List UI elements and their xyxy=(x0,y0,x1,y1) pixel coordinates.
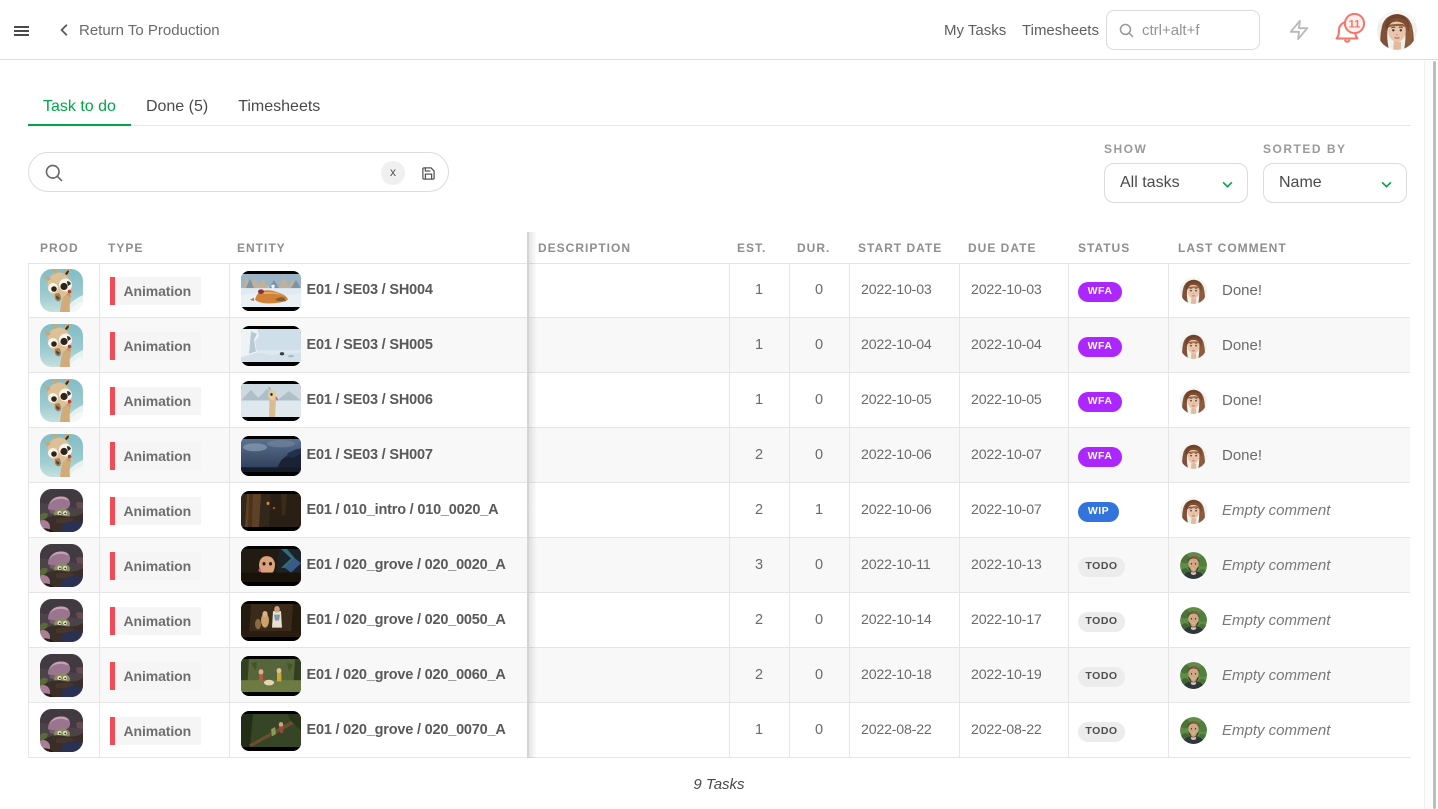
svg-text:11: 11 xyxy=(1349,18,1361,30)
